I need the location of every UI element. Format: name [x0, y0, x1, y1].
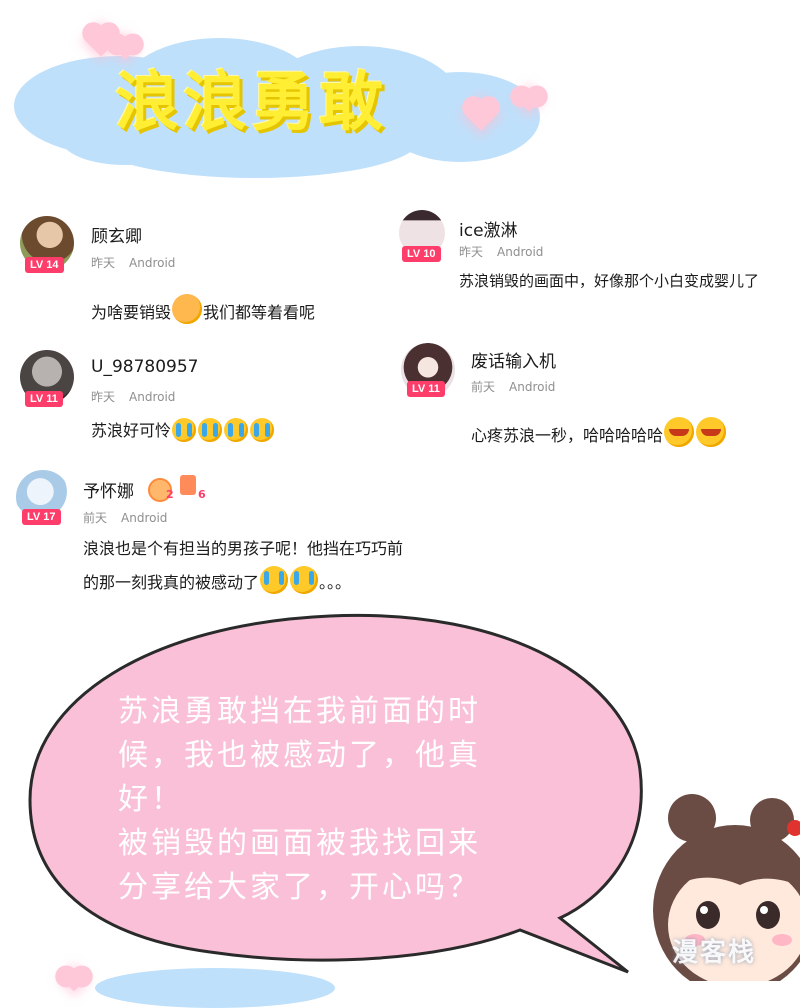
- badge-count: 2: [166, 488, 174, 501]
- bubble-line: 分享给大家了，开心吗？: [118, 870, 481, 905]
- comment-device: Android: [129, 390, 176, 404]
- level-badge: LV 11: [25, 391, 63, 407]
- level-badge: LV 14: [25, 257, 64, 273]
- username[interactable]: 顾玄卿: [91, 222, 142, 247]
- username[interactable]: ice激淋: [459, 216, 518, 241]
- bubble-line: 苏浪勇敢挡在我前面的时: [118, 694, 481, 729]
- emoji-laugh-icon: [696, 417, 727, 447]
- bubble-line: 被销毁的画面被我找回来: [118, 826, 481, 861]
- heart-icon: [517, 88, 541, 112]
- comment-text: 苏浪好可怜: [91, 415, 275, 447]
- comment-meta: 前天 Android: [471, 378, 555, 395]
- comment-text-part: 心疼苏浪一秒，哈哈哈哈哈: [471, 426, 664, 445]
- comment-text-part: 为啥要销毁: [91, 303, 172, 322]
- comment-meta: 昨天 Android: [91, 388, 175, 405]
- comment-meta: 前天 Android: [83, 509, 167, 526]
- username[interactable]: U_98780957: [91, 357, 198, 377]
- emoji-cry-icon: [290, 566, 319, 594]
- bubble-line: 好！: [118, 782, 184, 817]
- emoji-dizzy-icon: [172, 294, 203, 324]
- comment-text-part: 我们都等着看呢: [203, 303, 316, 322]
- watermark: 漫客栈: [672, 938, 757, 968]
- comment-text-part: 。。。: [319, 573, 352, 592]
- emoji-cry-icon: [260, 566, 289, 594]
- comment-text-part: 的那一刻我真的被感动了: [83, 573, 260, 592]
- comment-device: Android: [497, 245, 544, 259]
- level-badge: LV 10: [402, 246, 441, 262]
- emoji-cry-icon: [250, 418, 275, 442]
- heart-icon: [113, 36, 137, 60]
- comment-text: 的那一刻我真的被感动了 。。。: [83, 566, 351, 599]
- footer-cloud: [95, 968, 335, 1008]
- page-title: 浪浪勇敢: [115, 66, 387, 140]
- comment-device: Android: [121, 511, 168, 525]
- emoji-cry-icon: [172, 418, 197, 442]
- username[interactable]: 废话输入机: [471, 347, 556, 372]
- comment-text: 苏浪销毁的画面中，好像那个小白变成婴儿了: [459, 272, 760, 290]
- bubble-text: 苏浪勇敢挡在我前面的时 候，我也被感动了，他真 好！ 被销毁的画面被我找回来 分…: [118, 690, 598, 910]
- badge-count: 6: [198, 488, 206, 501]
- username[interactable]: 予怀娜: [83, 477, 134, 502]
- emoji-laugh-icon: [664, 417, 695, 447]
- comment-meta: 昨天 Android: [459, 243, 543, 260]
- level-badge: LV 17: [22, 509, 61, 525]
- comment-device: Android: [509, 380, 556, 394]
- comment-device: Android: [129, 256, 176, 270]
- comment-text: 心疼苏浪一秒，哈哈哈哈哈: [471, 417, 727, 452]
- gift-badge-icon: [180, 475, 196, 495]
- comment-time: 昨天: [459, 245, 484, 259]
- emoji-cry-icon: [224, 418, 249, 442]
- bubble-line: 候，我也被感动了，他真: [118, 738, 481, 773]
- comment-text: 为啥要销毁 我们都等着看呢: [91, 294, 315, 329]
- comment-time: 昨天: [91, 390, 116, 404]
- comment-meta: 昨天 Android: [91, 254, 175, 271]
- comment-text-part: 苏浪好可怜: [91, 421, 172, 440]
- emoji-cry-icon: [198, 418, 223, 442]
- comment-text: 浪浪也是个有担当的男孩子呢！他挡在巧巧前: [83, 539, 404, 558]
- comment-time: 前天: [471, 380, 496, 394]
- comment-time: 前天: [83, 511, 108, 525]
- level-badge: LV 11: [407, 381, 445, 397]
- comment-time: 昨天: [91, 256, 116, 270]
